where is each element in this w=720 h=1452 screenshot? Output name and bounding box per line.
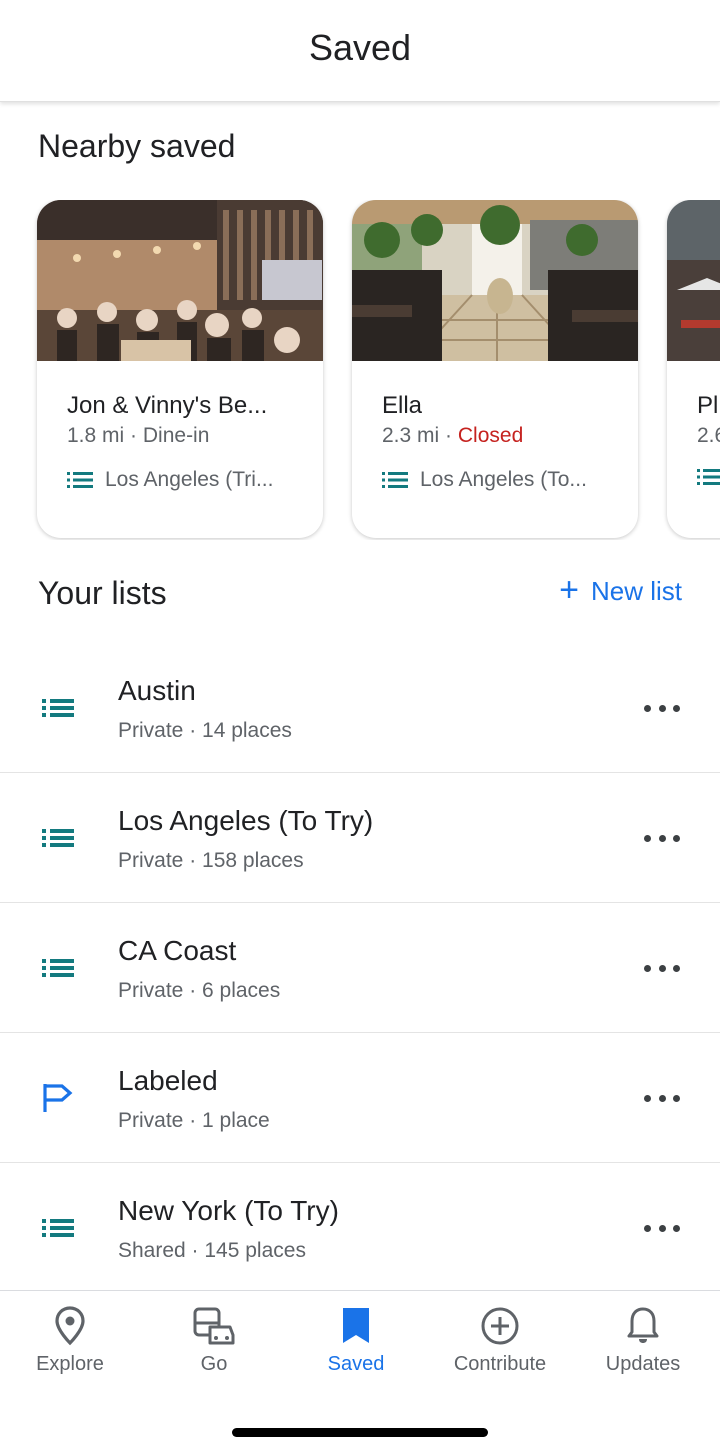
more-options-icon[interactable]: [644, 699, 680, 717]
bell-icon: [627, 1307, 659, 1343]
nav-contribute[interactable]: Contribute: [430, 1305, 570, 1376]
list-item[interactable]: Labeled Private · 1 place: [0, 1033, 720, 1163]
list-name: Austin: [118, 675, 196, 706]
flag-icon: [43, 1084, 73, 1112]
list-item[interactable]: Austin Private · 14 places: [0, 643, 720, 773]
place-distance: 1.8 mi: [67, 424, 125, 447]
place-detail: Dine-in: [142, 424, 210, 447]
list-icon: [382, 472, 408, 488]
list-name: Labeled: [118, 1065, 218, 1096]
location-pin-icon: [55, 1306, 85, 1346]
place-distance: 2.6: [697, 424, 720, 447]
place-meta: 2.3 mi · Closed: [382, 424, 523, 448]
nearby-saved-heading: Nearby saved: [38, 128, 236, 164]
meta-separator: ·: [445, 424, 453, 447]
commute-icon: [193, 1307, 235, 1345]
page-title: Saved: [308, 26, 412, 68]
list-subtitle: Private · 158 places: [118, 849, 304, 872]
list-subtitle: Shared · 145 places: [118, 1239, 306, 1262]
list-name: CA Coast: [118, 935, 237, 966]
list-item[interactable]: New York (To Try) Shared · 145 places: [0, 1163, 720, 1293]
your-lists-heading: Your lists: [38, 575, 167, 611]
place-photo: [667, 200, 720, 361]
plus-icon: +: [559, 571, 579, 609]
more-options-icon[interactable]: [644, 829, 680, 847]
card-list-reference: [697, 468, 720, 486]
meta-separator: ·: [130, 424, 138, 447]
nearby-card[interactable]: Ella 2.3 mi · Closed Los Angeles (To...: [352, 200, 638, 538]
nav-label: Explore: [36, 1353, 104, 1375]
list-icon: [42, 1219, 74, 1237]
list-icon: [42, 959, 74, 977]
nav-updates[interactable]: Updates: [573, 1305, 713, 1376]
home-indicator: [232, 1428, 488, 1437]
nav-label: Saved: [327, 1353, 385, 1375]
list-name: New York (To Try): [118, 1195, 339, 1226]
more-options-icon[interactable]: [644, 959, 680, 977]
place-name: Ella: [382, 392, 423, 419]
place-photo: [352, 200, 638, 361]
nav-label: Updates: [605, 1353, 681, 1375]
list-item[interactable]: CA Coast Private · 6 places: [0, 903, 720, 1033]
card-list-reference: Los Angeles (To...: [382, 468, 587, 492]
list-subtitle: Private · 1 place: [118, 1109, 270, 1132]
card-list-reference: Los Angeles (Tri...: [67, 468, 273, 492]
nearby-card[interactable]: Jon & Vinny's Be... 1.8 mi · Dine-in Los…: [37, 200, 323, 538]
app-header: Saved: [0, 0, 720, 102]
new-list-button[interactable]: + New list: [559, 571, 682, 609]
nav-go[interactable]: Go: [144, 1305, 284, 1376]
list-name: Los Angeles (To Try): [118, 805, 374, 836]
nav-explore[interactable]: Explore: [0, 1305, 140, 1376]
add-circle-icon: [481, 1307, 519, 1345]
place-status: Closed: [457, 424, 524, 447]
nav-label: Contribute: [453, 1353, 547, 1375]
list-icon: [67, 472, 93, 488]
nearby-carousel[interactable]: Jon & Vinny's Be... 1.8 mi · Dine-in Los…: [0, 200, 720, 540]
place-meta: 2.6: [697, 424, 720, 448]
nav-saved[interactable]: Saved: [286, 1305, 426, 1376]
more-options-icon[interactable]: [644, 1219, 680, 1237]
new-list-label: New list: [590, 576, 682, 606]
place-photo: [37, 200, 323, 361]
place-name: Pl: [697, 392, 719, 419]
saved-lists: Austin Private · 14 places Los Angeles (…: [0, 643, 720, 1293]
nav-label: Go: [200, 1353, 228, 1375]
list-name: Los Angeles (Tri...: [105, 468, 274, 491]
list-item[interactable]: Los Angeles (To Try) Private · 158 place…: [0, 773, 720, 903]
list-icon: [42, 699, 74, 717]
more-options-icon[interactable]: [644, 1089, 680, 1107]
list-icon: [697, 469, 720, 485]
place-name: Jon & Vinny's Be...: [67, 392, 268, 419]
list-subtitle: Private · 6 places: [118, 979, 281, 1002]
bookmark-icon: [343, 1308, 369, 1343]
nearby-card[interactable]: Pl 2.6: [667, 200, 720, 538]
list-name: Los Angeles (To...: [420, 468, 587, 491]
list-subtitle: Private · 14 places: [118, 719, 292, 742]
list-icon: [42, 829, 74, 847]
place-meta: 1.8 mi · Dine-in: [67, 424, 209, 448]
place-distance: 2.3 mi: [382, 424, 440, 447]
